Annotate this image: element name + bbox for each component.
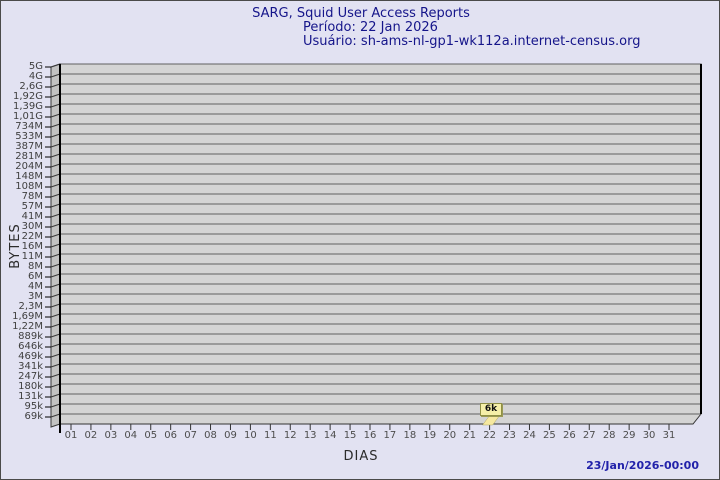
data-point-label: 6k <box>480 403 502 416</box>
y-axis-title: BYTES <box>8 223 23 269</box>
x-axis-title: DIAS <box>343 449 379 464</box>
plot-area <box>45 63 702 433</box>
y-tick-label: 69k <box>24 411 43 422</box>
x-tick-label: 31 <box>662 430 676 441</box>
sarg-report-chart: SARG, Squid User Access Reports Período:… <box>0 0 720 480</box>
footer-timestamp: 23/Jan/2026-00:00 <box>586 459 699 472</box>
